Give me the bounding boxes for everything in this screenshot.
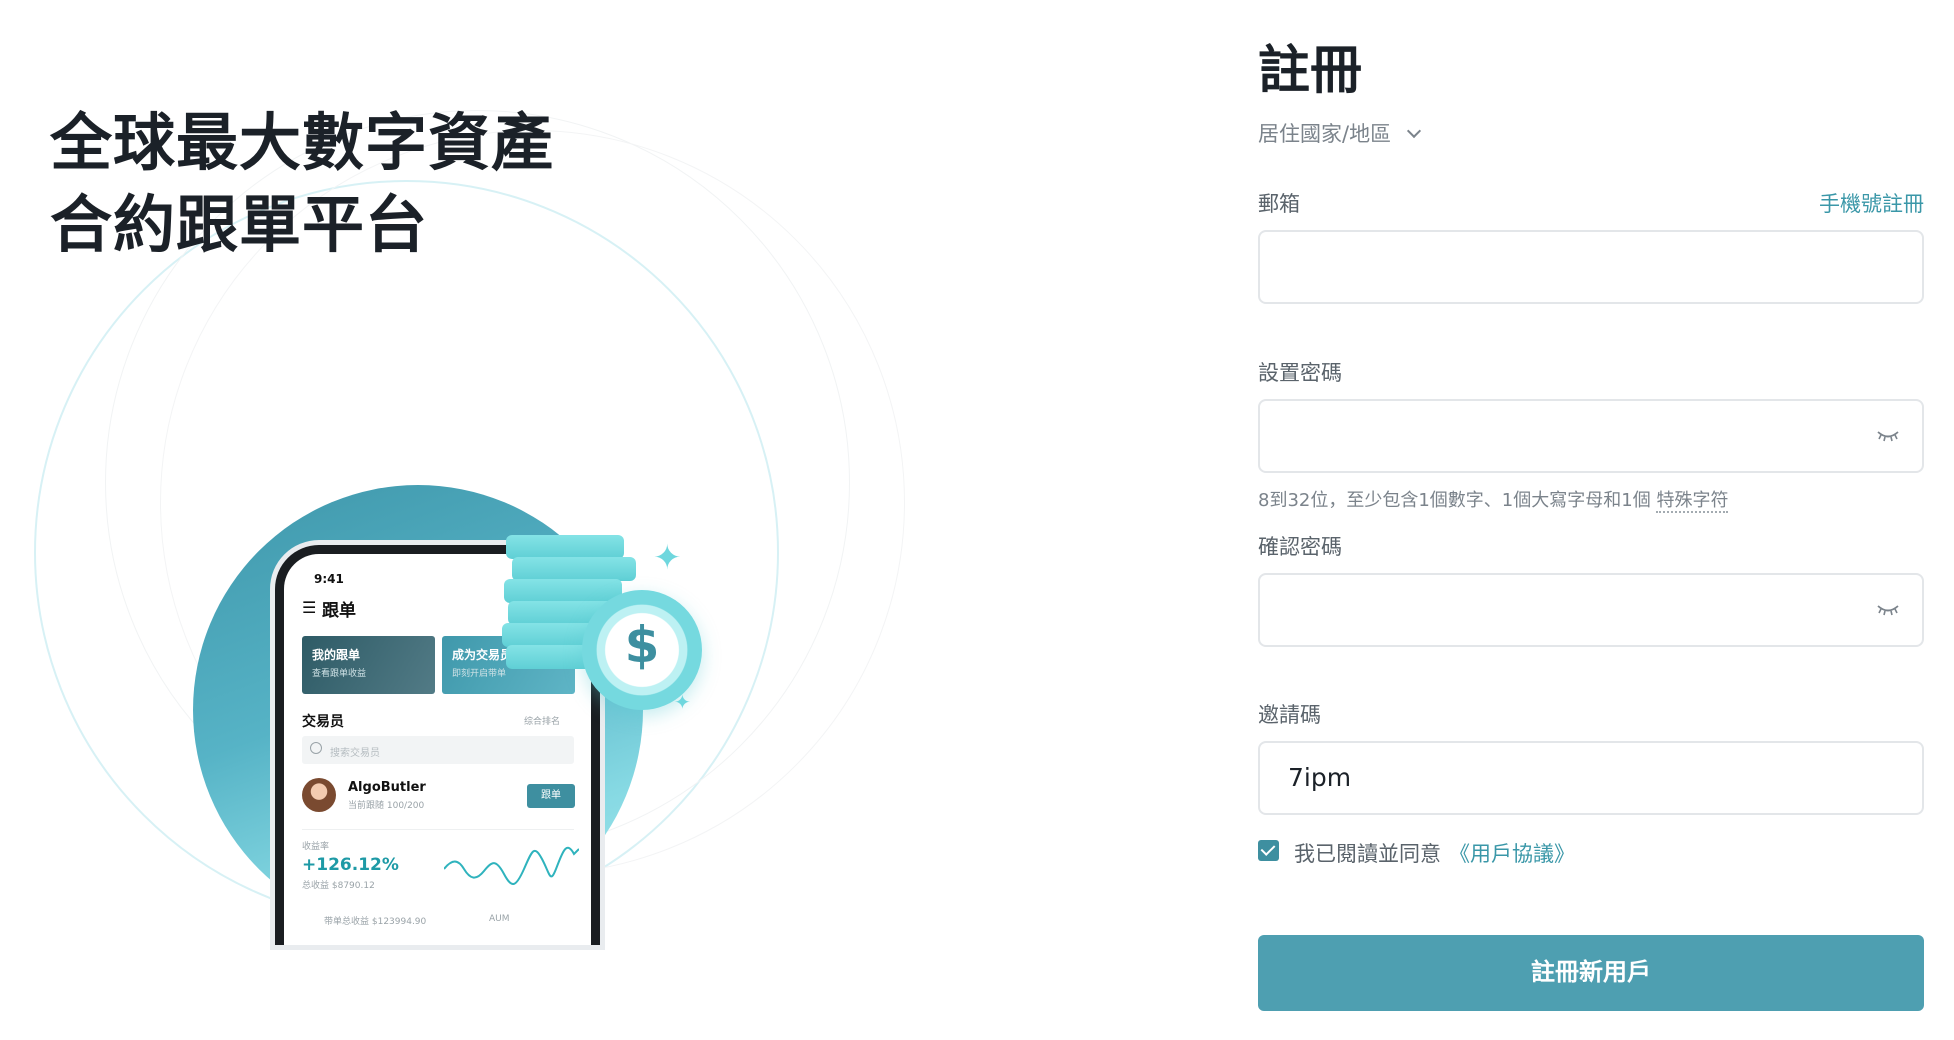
phone-search-placeholder: 搜索交易员 [330, 748, 380, 759]
register-form: 註冊 居住國家/地區 郵箱 手機號註冊 設置密碼 8到32位，至少包含1個數字、… [1258, 0, 1924, 1040]
sparkline-chart [444, 846, 579, 885]
follow-button: 跟单 [527, 784, 575, 808]
email-label: 郵箱 [1258, 192, 1300, 216]
search-icon [310, 742, 322, 754]
invite-code-value: 7ipm [1288, 763, 1352, 792]
rate-label: 收益率 [302, 842, 330, 852]
chevron-down-icon [1407, 123, 1422, 139]
password-label: 設置密碼 [1258, 361, 1342, 385]
password-hint: 8到32位，至少包含1個數字、1個大寫字母和1個 特殊字符 [1258, 486, 1729, 513]
total-profit: 总收益 $8790.12 [302, 881, 375, 891]
agreement-label: 我已閱讀並同意 [1294, 842, 1441, 866]
trader-name: AlgoButler [348, 780, 426, 795]
phone-card-title: 我的跟单 [312, 648, 361, 662]
phone-card-subtitle: 查看跟单收益 [312, 669, 367, 679]
agreement-checkbox[interactable] [1258, 840, 1279, 861]
confirm-password-label: 確認密碼 [1258, 535, 1342, 559]
agreement-text: 我已閱讀並同意 《用戶協議》 [1294, 838, 1575, 868]
phone-title: 跟单 [322, 601, 356, 621]
aum-total: 带单总收益 $123994.90 [324, 917, 427, 927]
password-hint-text: 8到32位，至少包含1個數字、1個大寫字母和1個 [1258, 490, 1651, 511]
user-agreement-link[interactable]: 《用戶協議》 [1449, 842, 1575, 866]
menu-icon: ☰ [302, 598, 317, 617]
password-field[interactable] [1258, 399, 1924, 473]
eye-closed-icon[interactable] [1876, 429, 1900, 443]
aum-label: AUM [489, 914, 510, 924]
divider [302, 829, 574, 830]
dollar-symbol: $ [624, 616, 660, 674]
sparkle-icon: ✦ [653, 538, 682, 578]
hero-section: 全球最大數字資產 合約跟單平台 9:41 ☰ 跟单 我的跟单 查看跟单收益 成为… [0, 0, 960, 1040]
phone-card-my-copy: 我的跟单 查看跟单收益 [302, 636, 435, 694]
page-title: 註冊 [1258, 41, 1363, 101]
phone-section-title: 交易员 [302, 714, 344, 730]
invite-code-field[interactable]: 7ipm [1258, 741, 1924, 815]
phone-time: 9:41 [314, 572, 344, 586]
sparkle-icon: ✦ [674, 690, 691, 714]
confirm-password-field[interactable] [1258, 573, 1924, 647]
special-chars-tooltip[interactable]: 特殊字符 [1656, 490, 1729, 513]
register-button[interactable]: 註冊新用戶 [1258, 935, 1924, 1011]
phone-register-link[interactable]: 手機號註冊 [1819, 188, 1924, 218]
phone-search: 搜索交易员 [302, 736, 574, 764]
avatar [302, 778, 336, 812]
phone-sort: 综合排名 [524, 717, 561, 727]
trader-followers: 当前跟随 100/200 [348, 801, 425, 811]
coin-layer [506, 535, 624, 559]
coin-layer [504, 579, 622, 603]
eye-closed-icon[interactable] [1876, 603, 1900, 617]
country-label: 居住國家/地區 [1258, 122, 1392, 146]
country-selector[interactable]: 居住國家/地區 [1258, 118, 1422, 148]
rate-value: +126.12% [302, 855, 399, 875]
hero-illustration: 9:41 ☰ 跟单 我的跟单 查看跟单收益 成为交易员 即刻开启带单 交易员 综… [0, 0, 960, 1040]
invite-code-label: 邀請碼 [1258, 703, 1321, 727]
coin-layer [512, 557, 636, 581]
email-field[interactable] [1258, 230, 1924, 304]
